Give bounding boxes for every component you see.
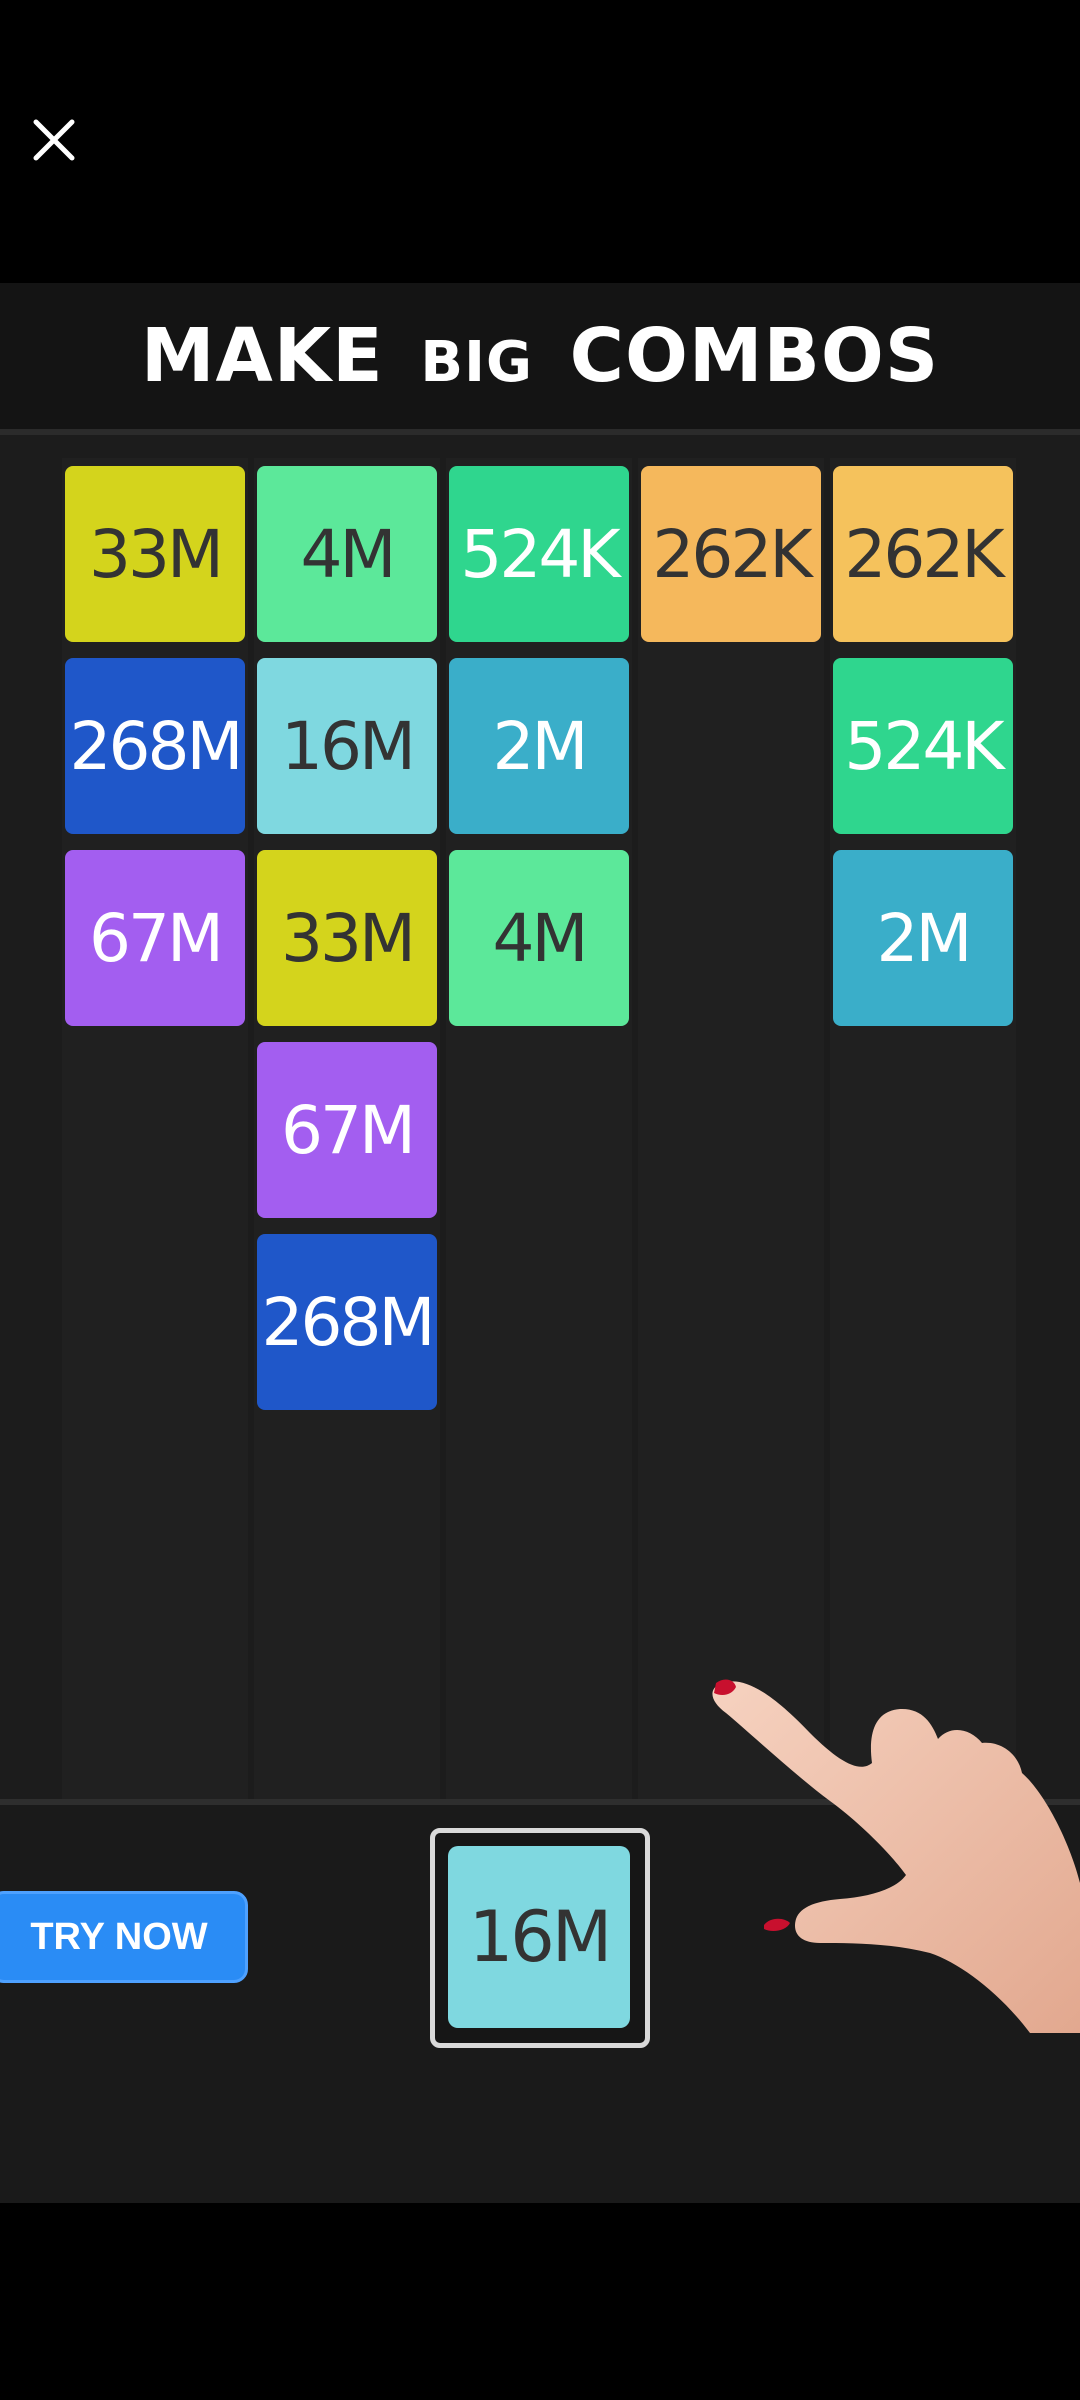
number-tile: 67M bbox=[257, 1042, 437, 1218]
number-tile: 524K bbox=[449, 466, 629, 642]
headline-word-2: BIG bbox=[420, 330, 533, 395]
next-tile[interactable]: 16M bbox=[448, 1846, 630, 2028]
number-tile: 4M bbox=[449, 850, 629, 1026]
ad-video-frame[interactable]: MAKE BIG COMBOS 33M 268M 67M 4M 16M 33M 67M 268… bbox=[0, 283, 1080, 2203]
pointing-hand bbox=[712, 1679, 1080, 2033]
number-tile: 2M bbox=[833, 850, 1013, 1026]
try-now-button[interactable]: TRY NOW bbox=[0, 1891, 248, 1983]
headline-banner: MAKE BIG COMBOS bbox=[0, 283, 1080, 435]
number-tile: 262K bbox=[641, 466, 821, 642]
number-tile: 33M bbox=[257, 850, 437, 1026]
number-tile: 268M bbox=[65, 658, 245, 834]
bottom-bar bbox=[0, 2203, 1080, 2400]
headline-word-3: COMBOS bbox=[569, 313, 940, 399]
number-tile: 16M bbox=[257, 658, 437, 834]
headline-word-1: MAKE bbox=[140, 313, 384, 399]
close-button[interactable] bbox=[22, 110, 86, 174]
number-tile: 2M bbox=[449, 658, 629, 834]
headline: MAKE BIG COMBOS bbox=[141, 313, 939, 399]
number-tile: 4M bbox=[257, 466, 437, 642]
number-tile: 524K bbox=[833, 658, 1013, 834]
number-tile: 268M bbox=[257, 1234, 437, 1410]
close-icon bbox=[32, 118, 76, 166]
number-tile: 67M bbox=[65, 850, 245, 1026]
number-tile: 33M bbox=[65, 466, 245, 642]
number-tile: 262K bbox=[833, 466, 1013, 642]
